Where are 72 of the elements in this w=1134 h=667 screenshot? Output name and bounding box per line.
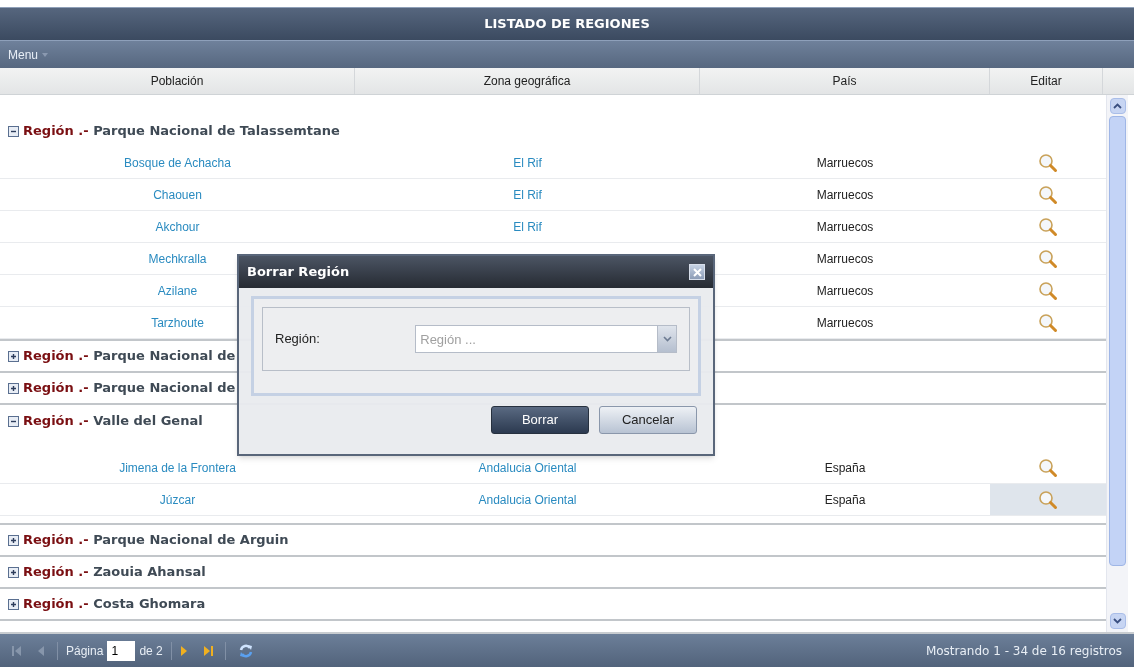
magnifier-icon[interactable] [1038,248,1058,269]
close-button[interactable] [689,264,705,280]
magnifier-icon[interactable] [1038,489,1058,510]
window-title: LISTADO DE REGIONES [484,15,650,34]
group-header-text: Región .- Costa Ghomara [23,595,206,614]
expand-icon[interactable] [8,566,19,578]
town-link[interactable]: Chaouen [153,185,202,204]
table-cell-text: España [824,459,866,477]
table-cell-text: Marruecos [816,282,874,300]
zone-link[interactable]: El Rif [513,185,542,204]
dropdown-caret-icon [662,336,672,342]
dropdown-button[interactable] [657,325,677,353]
page-count: de 2 [139,642,163,660]
magnifier-icon[interactable] [1038,216,1058,237]
collapse-icon[interactable] [8,125,19,137]
magnifier-icon[interactable] [1038,280,1058,301]
town-link[interactable]: Mechkralla [148,249,207,268]
group-header-text: Región .- Valle del Genal [23,412,203,431]
table-cell-text: Marruecos [816,218,874,236]
cancel-button[interactable]: Cancelar [599,406,697,434]
expand-icon[interactable] [8,598,19,610]
page-number-field[interactable]: 1 [107,640,136,661]
group-header-text: Región .- Parque Nacional de Arguin [23,531,289,550]
group-header-text: Región .- Parque Nacional de Talassemtane [23,122,340,141]
magnifier-icon[interactable] [1038,457,1058,478]
expand-icon[interactable] [8,350,19,362]
zone-link[interactable]: El Rif [513,153,542,172]
menu-button[interactable]: Menu [8,45,49,64]
town-link[interactable]: Tarzhoute [151,313,204,332]
zone-link[interactable]: El Rif [513,217,542,236]
table-cell-text: Marruecos [816,186,874,204]
page-label: Página [66,642,104,660]
expand-icon[interactable] [8,534,19,546]
records-summary: Mostrando 1 - 34 de 16 registros [925,642,1122,660]
magnifier-icon[interactable] [1038,312,1058,333]
table-cell-text: Marruecos [816,154,874,172]
region-select[interactable]: Región ... [415,325,657,353]
field-label: Región: [275,330,321,349]
column-header[interactable]: Zona geográfica [355,68,700,94]
close-icon [692,267,702,277]
zone-link[interactable]: Andalucia Oriental [478,490,577,509]
column-header[interactable]: Editar [990,68,1103,94]
collapse-icon[interactable] [8,415,19,427]
zone-link[interactable]: Andalucia Oriental [478,458,577,477]
delete-button[interactable]: Borrar [491,406,589,434]
town-link[interactable]: Akchour [155,217,200,236]
table-cell-text: Marruecos [816,250,874,268]
scrollbar[interactable] [1106,95,1128,632]
group-header-text: Región .- Parque Nacional de [23,379,236,398]
previous-page-icon[interactable] [38,644,45,657]
town-link[interactable]: Júzcar [159,490,196,509]
next-page-icon[interactable] [179,644,187,657]
town-link[interactable]: Bosque de Achacha [124,153,231,172]
first-page-icon[interactable] [12,644,22,657]
town-link[interactable]: Jimena de la Frontera [119,458,236,477]
table-cell-text: Marruecos [816,314,874,332]
table-cell-text: España [824,491,866,509]
group-header-text: Región .- Zaouia Ahansal [23,563,206,582]
last-page-icon[interactable] [202,644,213,657]
group-header-text: Región .- Parque Nacional de [23,347,236,366]
expand-icon[interactable] [8,382,19,394]
dialog-title: Borrar Región [247,263,350,282]
refresh-icon[interactable] [237,642,254,659]
scroll-thumb[interactable] [1109,116,1126,566]
scroll-up-icon[interactable] [1109,98,1126,114]
caret-icon [42,52,49,57]
scroll-down-icon[interactable] [1109,613,1126,629]
magnifier-icon[interactable] [1038,152,1058,173]
magnifier-icon[interactable] [1038,184,1058,205]
column-header[interactable]: País [700,68,990,94]
town-link[interactable]: Azilane [157,281,198,300]
column-header[interactable]: Población [0,68,355,94]
